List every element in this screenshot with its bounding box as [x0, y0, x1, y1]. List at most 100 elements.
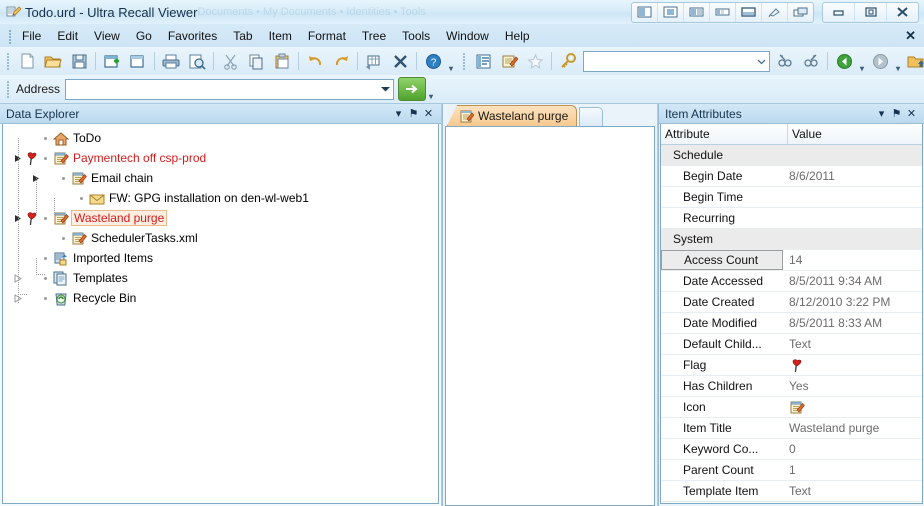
- menu-close-icon[interactable]: ✕: [905, 28, 916, 44]
- tree-item-label[interactable]: ToDo: [71, 131, 103, 145]
- insert-table-button[interactable]: [361, 49, 387, 73]
- menu-favorites[interactable]: Favorites: [160, 26, 225, 46]
- tree-item[interactable]: Wasteland purge: [3, 208, 438, 228]
- tab-wasteland-purge[interactable]: Wasteland purge: [447, 105, 578, 126]
- toolbar-grip-2[interactable]: [460, 52, 467, 70]
- attribute-value[interactable]: 0: [783, 439, 922, 459]
- address-go-button[interactable]: [398, 77, 427, 101]
- column-header-value[interactable]: Value: [788, 124, 922, 144]
- tree-item[interactable]: FW: GPG installation on den-wl-web1: [3, 188, 438, 208]
- outline-view-button[interactable]: [470, 49, 496, 73]
- attribute-name[interactable]: Flag: [661, 355, 783, 375]
- address-overflow[interactable]: ▾: [426, 78, 436, 101]
- attribute-name[interactable]: Icon: [661, 397, 783, 417]
- attribute-name[interactable]: Parent Count: [661, 460, 783, 480]
- address-combobox[interactable]: [65, 78, 395, 100]
- attribute-value[interactable]: Text: [783, 481, 922, 501]
- attribute-name[interactable]: Default Child...: [661, 334, 783, 354]
- layout-cascade-icon[interactable]: [787, 2, 813, 22]
- attribute-row[interactable]: Parent Count 1: [661, 460, 922, 481]
- attribute-name[interactable]: Item Title: [661, 418, 783, 438]
- new-document-button[interactable]: [14, 49, 40, 73]
- address-grip[interactable]: [4, 80, 11, 98]
- attribute-row[interactable]: Begin Time: [661, 187, 922, 208]
- tree-item[interactable]: ToDo: [3, 128, 438, 148]
- attribute-row[interactable]: Icon: [661, 397, 922, 418]
- tree-item-label[interactable]: Recycle Bin: [71, 291, 138, 305]
- attribute-name[interactable]: Schedule: [661, 145, 783, 165]
- tree-item[interactable]: SchedulerTasks.xml: [3, 228, 438, 248]
- copy-button[interactable]: [243, 49, 269, 73]
- search-key-button[interactable]: [555, 49, 581, 73]
- new-item-button[interactable]: [99, 49, 125, 73]
- attribute-name[interactable]: Access Count: [661, 250, 783, 270]
- tree-item-label[interactable]: FW: GPG installation on den-wl-web1: [107, 191, 311, 205]
- panel-pin-icon[interactable]: ⚑: [406, 106, 421, 121]
- menu-help[interactable]: Help: [497, 26, 538, 46]
- print-preview-button[interactable]: [184, 49, 210, 73]
- undo-button[interactable]: [302, 49, 328, 73]
- tree-item[interactable]: Email chain: [3, 168, 438, 188]
- attribute-name[interactable]: Keyword Co...: [661, 439, 783, 459]
- tree-item[interactable]: Templates: [3, 268, 438, 288]
- attribute-row[interactable]: Flag: [661, 355, 922, 376]
- attribute-row[interactable]: Default Child... Text: [661, 334, 922, 355]
- layout-split-left-icon[interactable]: [632, 3, 657, 22]
- panel-menu-icon[interactable]: ▾: [391, 106, 406, 121]
- favorites-star-button[interactable]: [522, 49, 548, 73]
- redo-button[interactable]: [328, 49, 354, 73]
- minimize-button[interactable]: [823, 3, 854, 22]
- edit-note-button[interactable]: [496, 49, 522, 73]
- tree-item[interactable]: Imported Items: [3, 248, 438, 268]
- attribute-row[interactable]: Date Accessed 8/5/2011 9:34 AM: [661, 271, 922, 292]
- panel-pin-icon[interactable]: ⚑: [889, 106, 904, 121]
- attribute-row[interactable]: Date Modified 8/5/2011 8:33 AM: [661, 313, 922, 334]
- menu-item[interactable]: Item: [261, 26, 300, 46]
- attribute-row[interactable]: Begin Date 8/6/2011: [661, 166, 922, 187]
- item-tree[interactable]: ToDo Paymentech off csp-prod Email chain FW…: [3, 124, 438, 308]
- attribute-value[interactable]: [783, 145, 922, 165]
- menu-tools[interactable]: Tools: [394, 26, 438, 46]
- attribute-value[interactable]: 8/6/2011: [783, 166, 922, 186]
- toolbar-overflow-1[interactable]: ▾: [446, 50, 456, 73]
- back-dropdown-arrow[interactable]: ▾: [857, 50, 867, 73]
- menu-edit[interactable]: Edit: [49, 26, 86, 46]
- back-button[interactable]: [831, 49, 857, 73]
- attribute-group-row[interactable]: System: [661, 229, 922, 250]
- find-next-button[interactable]: [798, 49, 824, 73]
- toolbar-grip-1[interactable]: [4, 52, 11, 70]
- column-header-attribute[interactable]: Attribute: [661, 124, 788, 144]
- address-dropdown-arrow[interactable]: [378, 81, 393, 98]
- tree-item-label[interactable]: Wasteland purge: [71, 210, 168, 226]
- attribute-name[interactable]: Date Created: [661, 292, 783, 312]
- attribute-name[interactable]: Date Modified: [661, 313, 783, 333]
- address-input[interactable]: [66, 80, 379, 98]
- panel-close-icon[interactable]: ✕: [421, 106, 436, 121]
- attribute-row[interactable]: Recurring: [661, 208, 922, 229]
- attribute-value[interactable]: [783, 229, 922, 249]
- attribute-value[interactable]: 8/5/2011 9:34 AM: [783, 271, 922, 291]
- item-attributes-body[interactable]: Attribute Value Schedule Begin Date 8/6/20…: [660, 124, 923, 504]
- layout-pin-icon[interactable]: [761, 2, 787, 22]
- attribute-name[interactable]: Template Item: [661, 481, 783, 501]
- forward-dropdown-arrow[interactable]: ▾: [893, 50, 903, 73]
- tree-item-label[interactable]: Email chain: [89, 171, 155, 185]
- close-button[interactable]: [886, 2, 918, 22]
- forward-button[interactable]: [867, 49, 893, 73]
- tree-item-label[interactable]: Paymentech off csp-prod: [71, 151, 208, 165]
- tab-new[interactable]: [579, 107, 604, 126]
- attribute-row[interactable]: Has Children Yes: [661, 376, 922, 397]
- panel-close-icon[interactable]: ✕: [904, 106, 919, 121]
- attribute-value[interactable]: 8/5/2011 8:33 AM: [783, 313, 922, 333]
- attribute-row[interactable]: Keyword Co... 0: [661, 439, 922, 460]
- search-combobox[interactable]: [583, 50, 770, 72]
- attribute-row[interactable]: Date Created 8/12/2010 3:22 PM: [661, 292, 922, 313]
- attribute-value[interactable]: [783, 208, 922, 228]
- paste-button[interactable]: [269, 49, 295, 73]
- menu-format[interactable]: Format: [300, 26, 354, 46]
- menu-grip[interactable]: [5, 29, 14, 44]
- tree-item[interactable]: Recycle Bin: [3, 288, 438, 308]
- up-folder-button[interactable]: [903, 49, 924, 73]
- attribute-row[interactable]: Item Title Wasteland purge: [661, 418, 922, 439]
- attribute-value[interactable]: Yes: [783, 376, 922, 396]
